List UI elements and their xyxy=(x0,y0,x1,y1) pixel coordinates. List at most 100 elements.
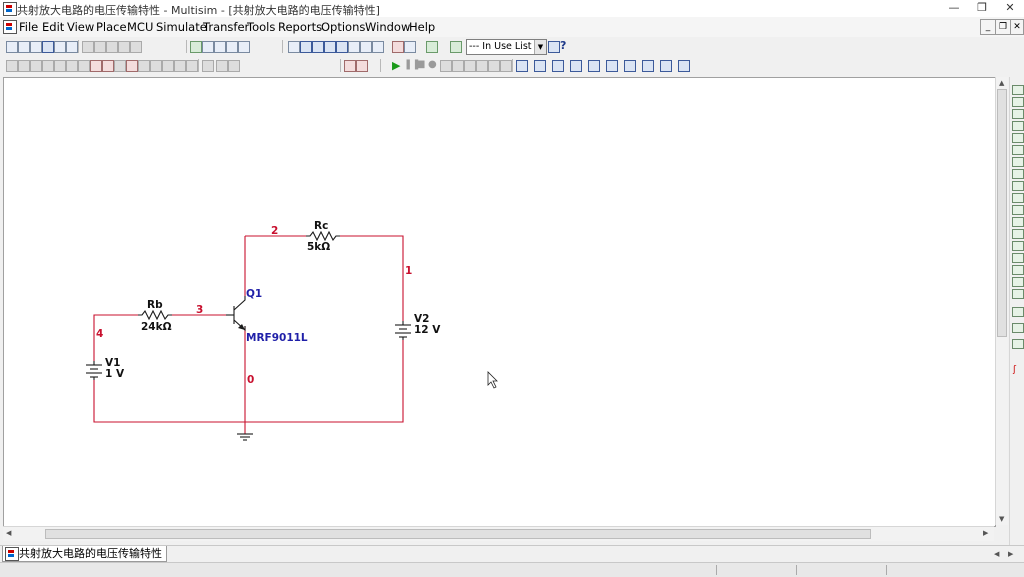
copy-icon[interactable] xyxy=(94,41,106,53)
oscilloscope-icon[interactable] xyxy=(1012,121,1024,131)
rc-name-label[interactable]: Rc xyxy=(314,220,328,232)
logic-converter-icon[interactable] xyxy=(1012,181,1024,191)
spectrum-analyzer-icon[interactable] xyxy=(1012,229,1024,239)
analysis-4-icon[interactable] xyxy=(570,60,582,72)
document-icon[interactable] xyxy=(3,20,17,34)
open-sample-icon[interactable] xyxy=(30,41,42,53)
find-icon[interactable] xyxy=(288,41,300,53)
save-icon[interactable] xyxy=(42,41,54,53)
new-file-icon[interactable] xyxy=(6,41,18,53)
word-generator-icon[interactable] xyxy=(1012,169,1024,179)
mcu-component-icon[interactable] xyxy=(186,60,198,72)
probe-icon[interactable] xyxy=(548,41,560,53)
step-icon[interactable] xyxy=(440,60,452,72)
print-icon[interactable] xyxy=(54,41,66,53)
horizontal-scroll-thumb[interactable] xyxy=(45,529,871,539)
current-probe-icon[interactable] xyxy=(1012,339,1024,349)
wattmeter-icon[interactable] xyxy=(1012,109,1024,119)
oscilloscope-probe-icon[interactable]: ʃ xyxy=(1013,365,1016,375)
run-to-cursor-icon[interactable] xyxy=(488,60,500,72)
network-analyzer-icon[interactable] xyxy=(1012,241,1024,251)
analysis-2-icon[interactable] xyxy=(534,60,546,72)
step-into-icon[interactable] xyxy=(464,60,476,72)
minimize-button[interactable]: — xyxy=(940,0,968,16)
logic-analyzer-icon[interactable] xyxy=(1012,193,1024,203)
menu-file[interactable]: File xyxy=(19,20,38,34)
step-over-icon[interactable] xyxy=(452,60,464,72)
menu-options[interactable]: Options xyxy=(321,20,365,34)
analysis-7-icon[interactable] xyxy=(624,60,636,72)
paste-icon[interactable] xyxy=(106,41,118,53)
zoom-out-icon[interactable] xyxy=(214,41,226,53)
labview-instrument-icon[interactable] xyxy=(1012,323,1024,333)
grapher-icon[interactable] xyxy=(336,41,348,53)
rf-icon[interactable] xyxy=(162,60,174,72)
iv-analyzer-icon[interactable] xyxy=(1012,205,1024,215)
cmos-icon[interactable] xyxy=(78,60,90,72)
analysis-10-icon[interactable] xyxy=(678,60,690,72)
undo-icon[interactable] xyxy=(118,41,130,53)
net-label-4[interactable]: 4 xyxy=(96,328,103,340)
menu-mcu[interactable]: MCU xyxy=(127,20,153,34)
menu-view[interactable]: View xyxy=(67,20,94,34)
cut-icon[interactable] xyxy=(82,41,94,53)
q1-model-label[interactable]: MRF9011L xyxy=(246,332,308,344)
tab-scroll-left-icon[interactable]: ◀ xyxy=(994,550,999,558)
electromechanical-icon[interactable] xyxy=(174,60,186,72)
hierarchical-block-icon[interactable] xyxy=(202,60,214,72)
menu-transfer[interactable]: Transfer xyxy=(203,20,249,34)
misc-digital-icon[interactable] xyxy=(90,60,102,72)
spreadsheet-icon[interactable] xyxy=(300,41,312,53)
postprocessor-icon[interactable] xyxy=(348,41,360,53)
rb-name-label[interactable]: Rb xyxy=(147,299,163,311)
step-out-icon[interactable] xyxy=(476,60,488,72)
analysis-1-icon[interactable] xyxy=(516,60,528,72)
function-generator-icon[interactable] xyxy=(1012,97,1024,107)
place-bus-icon[interactable] xyxy=(228,60,240,72)
scroll-down-icon[interactable]: ▼ xyxy=(999,515,1004,523)
stop-simulation-icon[interactable]: ■ xyxy=(416,59,425,70)
scroll-right-icon[interactable]: ▶ xyxy=(983,529,988,537)
multimeter-icon[interactable] xyxy=(1012,85,1024,95)
in-use-list-dropdown[interactable]: --- In Use List --- ▼ xyxy=(466,39,547,55)
analysis-9-icon[interactable] xyxy=(660,60,672,72)
analysis-5-icon[interactable] xyxy=(588,60,600,72)
menu-simulate[interactable]: Simulate xyxy=(156,20,207,34)
rb-value-label[interactable]: 24kΩ xyxy=(141,321,172,333)
frequency-counter-icon[interactable] xyxy=(1012,157,1024,167)
component-wizard-icon[interactable] xyxy=(324,41,336,53)
analog-icon[interactable] xyxy=(54,60,66,72)
toggle-list-icon[interactable] xyxy=(344,60,356,72)
basic-icon[interactable] xyxy=(18,60,30,72)
mdi-minimize-button[interactable]: _ xyxy=(980,19,996,35)
tektronix-oscilloscope-icon[interactable] xyxy=(1012,289,1024,299)
database-icon[interactable] xyxy=(312,41,324,53)
zoom-area-icon[interactable] xyxy=(226,41,238,53)
print-preview-icon[interactable] xyxy=(66,41,78,53)
vertical-scroll-thumb[interactable] xyxy=(997,89,1007,337)
remove-breakpoints-icon[interactable] xyxy=(500,60,512,72)
measurement-probe-icon[interactable] xyxy=(1012,307,1024,317)
agilent-multimeter-icon[interactable] xyxy=(1012,265,1024,275)
zoom-in-icon[interactable] xyxy=(202,41,214,53)
tab-scroll-right-icon[interactable]: ▶ xyxy=(1008,550,1013,558)
bus-icon[interactable] xyxy=(216,60,228,72)
distortion-analyzer-icon[interactable] xyxy=(1012,217,1024,227)
vertical-scrollbar[interactable]: ▲ ▼ xyxy=(995,77,1008,525)
menu-place[interactable]: Place xyxy=(96,20,127,34)
power-component-icon[interactable] xyxy=(126,60,138,72)
misc-icon[interactable] xyxy=(138,60,150,72)
ttl-icon[interactable] xyxy=(66,60,78,72)
run-simulation-icon[interactable]: ▶ xyxy=(392,59,400,72)
q1-name-label[interactable]: Q1 xyxy=(246,288,262,300)
analysis-8-icon[interactable] xyxy=(642,60,654,72)
net-label-3[interactable]: 3 xyxy=(196,304,203,316)
tab-document[interactable]: 共射放大电路的电压传输特性 xyxy=(2,546,167,562)
net-label-2[interactable]: 2 xyxy=(271,225,278,237)
zoom-fit-icon[interactable] xyxy=(238,41,250,53)
menu-tools[interactable]: Tools xyxy=(247,20,275,34)
mdi-restore-button[interactable]: ❐ xyxy=(995,19,1011,35)
mdi-close-button[interactable]: ✕ xyxy=(1010,19,1024,35)
design-toolbox-icon[interactable] xyxy=(426,41,438,53)
v1-value-label[interactable]: 1 V xyxy=(105,368,125,380)
